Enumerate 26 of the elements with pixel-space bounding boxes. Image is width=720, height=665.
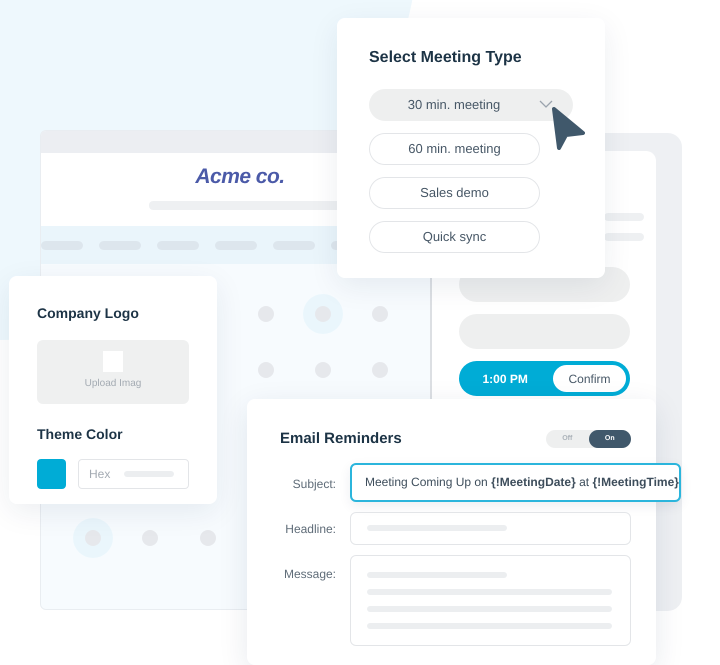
text-placeholder-line xyxy=(604,233,644,241)
text-placeholder-line xyxy=(604,213,644,221)
section-title: Theme Color xyxy=(37,425,124,444)
meeting-type-option[interactable]: Sales demo xyxy=(369,177,540,209)
card-title: Select Meeting Type xyxy=(369,48,523,68)
confirm-button[interactable]: Confirm xyxy=(553,365,626,392)
field-label: Headline: xyxy=(284,520,336,538)
subject-field[interactable]: Meeting Coming Up on {!MeetingDate} at {!MeetingTime} xyxy=(350,462,681,502)
meeting-type-option[interactable]: Quick sync xyxy=(369,221,540,253)
field-label: Subject: xyxy=(292,476,336,492)
color-swatch[interactable] xyxy=(37,459,66,489)
subject-text: Meeting Coming Up on {!MeetingDate} at {!MeetingTime} xyxy=(365,474,679,491)
selected-time-slot[interactable]: 1:00 PM Confirm xyxy=(458,361,630,396)
cursor-icon xyxy=(551,106,585,150)
field-label: Message: xyxy=(282,566,336,582)
card-title: Email Reminders xyxy=(280,429,402,449)
time-label: 1:00 PM xyxy=(482,370,528,388)
headline-field[interactable] xyxy=(350,512,631,544)
message-field[interactable] xyxy=(350,554,631,646)
meeting-type-option[interactable]: 30 min. meeting xyxy=(369,89,573,121)
upload-label: Upload Imag xyxy=(84,377,142,391)
hex-placeholder: Hex xyxy=(89,466,110,483)
company-logo: Acme co. xyxy=(195,164,285,190)
section-title: Company Logo xyxy=(37,304,140,323)
meeting-type-option[interactable]: 60 min. meeting xyxy=(369,133,540,165)
chevron-down-icon xyxy=(539,100,553,109)
